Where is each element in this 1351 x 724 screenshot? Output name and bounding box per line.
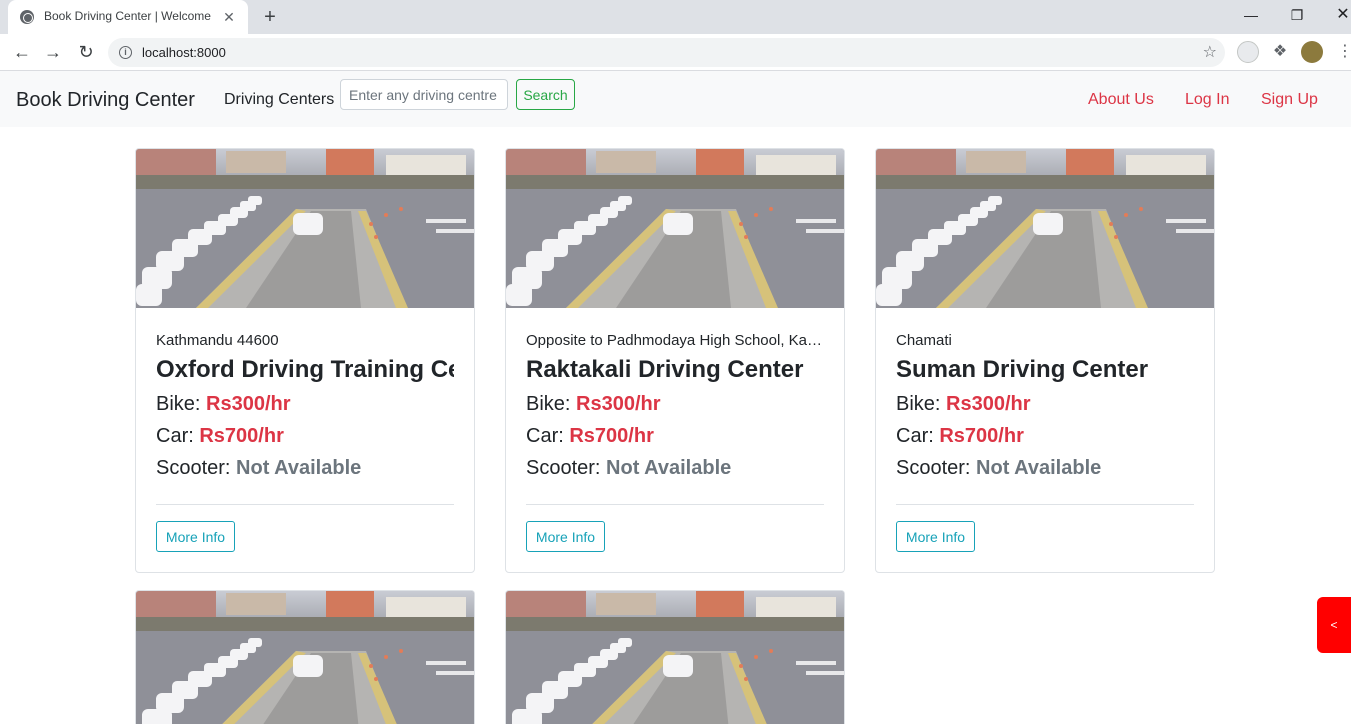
center-card [135,590,475,724]
new-tab-button[interactable]: + [258,5,282,29]
bike-label: Bike: [526,393,571,415]
card-divider [896,504,1194,505]
card-divider [526,504,824,505]
card-title: Raktakali Driving Center [526,356,804,383]
search-input[interactable] [340,79,508,110]
car-label: Car: [526,425,564,447]
bike-price-row: Bike: Rs300/hr [526,390,824,418]
scooter-price-row: Scooter: Not Available [896,454,1194,482]
nav-about-us[interactable]: About Us [1088,91,1154,109]
driving-track-photo [136,149,474,308]
car-price: Rs700/hr [199,425,284,447]
browser-tab[interactable]: Book Driving Center | Welcome ✕ [8,0,248,34]
center-card: Kathmandu 44600 Oxford Driving Training … [135,148,475,573]
card-image [876,149,1214,308]
site-navbar: Book Driving Center Driving Centers Sear… [0,71,1351,127]
bike-price: Rs300/hr [206,393,291,415]
card-address: Kathmandu 44600 [156,332,279,349]
puzzle-icon[interactable]: ❖ [1269,41,1291,63]
car-label: Car: [896,425,934,447]
card-divider [156,504,454,505]
close-icon[interactable]: ✕ [220,8,238,26]
search-button[interactable]: Search [516,79,575,110]
minimize-icon[interactable]: — [1236,4,1266,28]
scooter-price: Not Available [606,457,732,479]
bike-label: Bike: [896,393,941,415]
scooter-price: Not Available [236,457,362,479]
browser-tab-bar: Book Driving Center | Welcome ✕ + — ❐ ✕ [0,0,1351,34]
address-bar[interactable]: i localhost:8000 ☆ [108,38,1225,67]
car-label: Car: [156,425,194,447]
car-price-row: Car: Rs700/hr [896,422,1194,450]
forward-arrow-icon[interactable]: → [41,41,65,65]
nav-sign-up[interactable]: Sign Up [1261,91,1318,109]
bike-label: Bike: [156,393,201,415]
scooter-price-row: Scooter: Not Available [156,454,454,482]
extension-icon[interactable] [1237,41,1259,63]
center-card: Opposite to Padhmodaya High School, Kath… [505,148,845,573]
bike-price-row: Bike: Rs300/hr [896,390,1194,418]
scooter-price-row: Scooter: Not Available [526,454,824,482]
driving-track-photo [136,591,474,724]
center-card: Chamati Suman Driving Center Bike: Rs300… [875,148,1215,573]
kebab-menu-icon[interactable]: ⋮ [1337,41,1351,63]
card-image [506,591,844,724]
scooter-label: Scooter: [156,457,231,479]
reload-icon[interactable]: ↻ [74,41,98,65]
globe-icon [20,10,34,24]
driving-track-photo [506,591,844,724]
back-arrow-icon[interactable]: ← [10,41,34,65]
avatar[interactable] [1301,41,1323,63]
url-text[interactable]: localhost:8000 [142,45,226,60]
more-info-button[interactable]: More Info [896,521,975,552]
tab-title: Book Driving Center | Welcome [44,9,211,23]
brand-link[interactable]: Book Driving Center [16,89,195,112]
nav-driving-centers[interactable]: Driving Centers [224,91,334,109]
car-price: Rs700/hr [939,425,1024,447]
car-price: Rs700/hr [569,425,654,447]
driving-track-photo [876,149,1214,308]
side-drawer-toggle[interactable]: < [1317,597,1351,653]
card-title: Suman Driving Center [896,356,1149,383]
driving-track-photo [506,149,844,308]
scooter-price: Not Available [976,457,1102,479]
info-icon[interactable]: i [119,46,132,59]
window-close-icon[interactable]: ✕ [1328,4,1351,28]
bookmark-star-icon[interactable]: ☆ [1203,42,1217,62]
car-price-row: Car: Rs700/hr [526,422,824,450]
card-title: Oxford Driving Training Center [156,356,454,383]
bike-price: Rs300/hr [946,393,1031,415]
center-card [505,590,845,724]
nav-log-in[interactable]: Log In [1185,91,1229,109]
card-image [136,149,474,308]
card-image [136,591,474,724]
restore-icon[interactable]: ❐ [1282,4,1312,28]
bike-price-row: Bike: Rs300/hr [156,390,454,418]
card-address: Opposite to Padhmodaya High School, Kath… [526,332,824,349]
more-info-button[interactable]: More Info [156,521,235,552]
card-address: Chamati [896,332,952,349]
scooter-label: Scooter: [526,457,601,479]
browser-toolbar: ← → ↻ i localhost:8000 ☆ [0,34,1351,71]
car-price-row: Car: Rs700/hr [156,422,454,450]
scooter-label: Scooter: [896,457,971,479]
card-image [506,149,844,308]
bike-price: Rs300/hr [576,393,661,415]
more-info-button[interactable]: More Info [526,521,605,552]
